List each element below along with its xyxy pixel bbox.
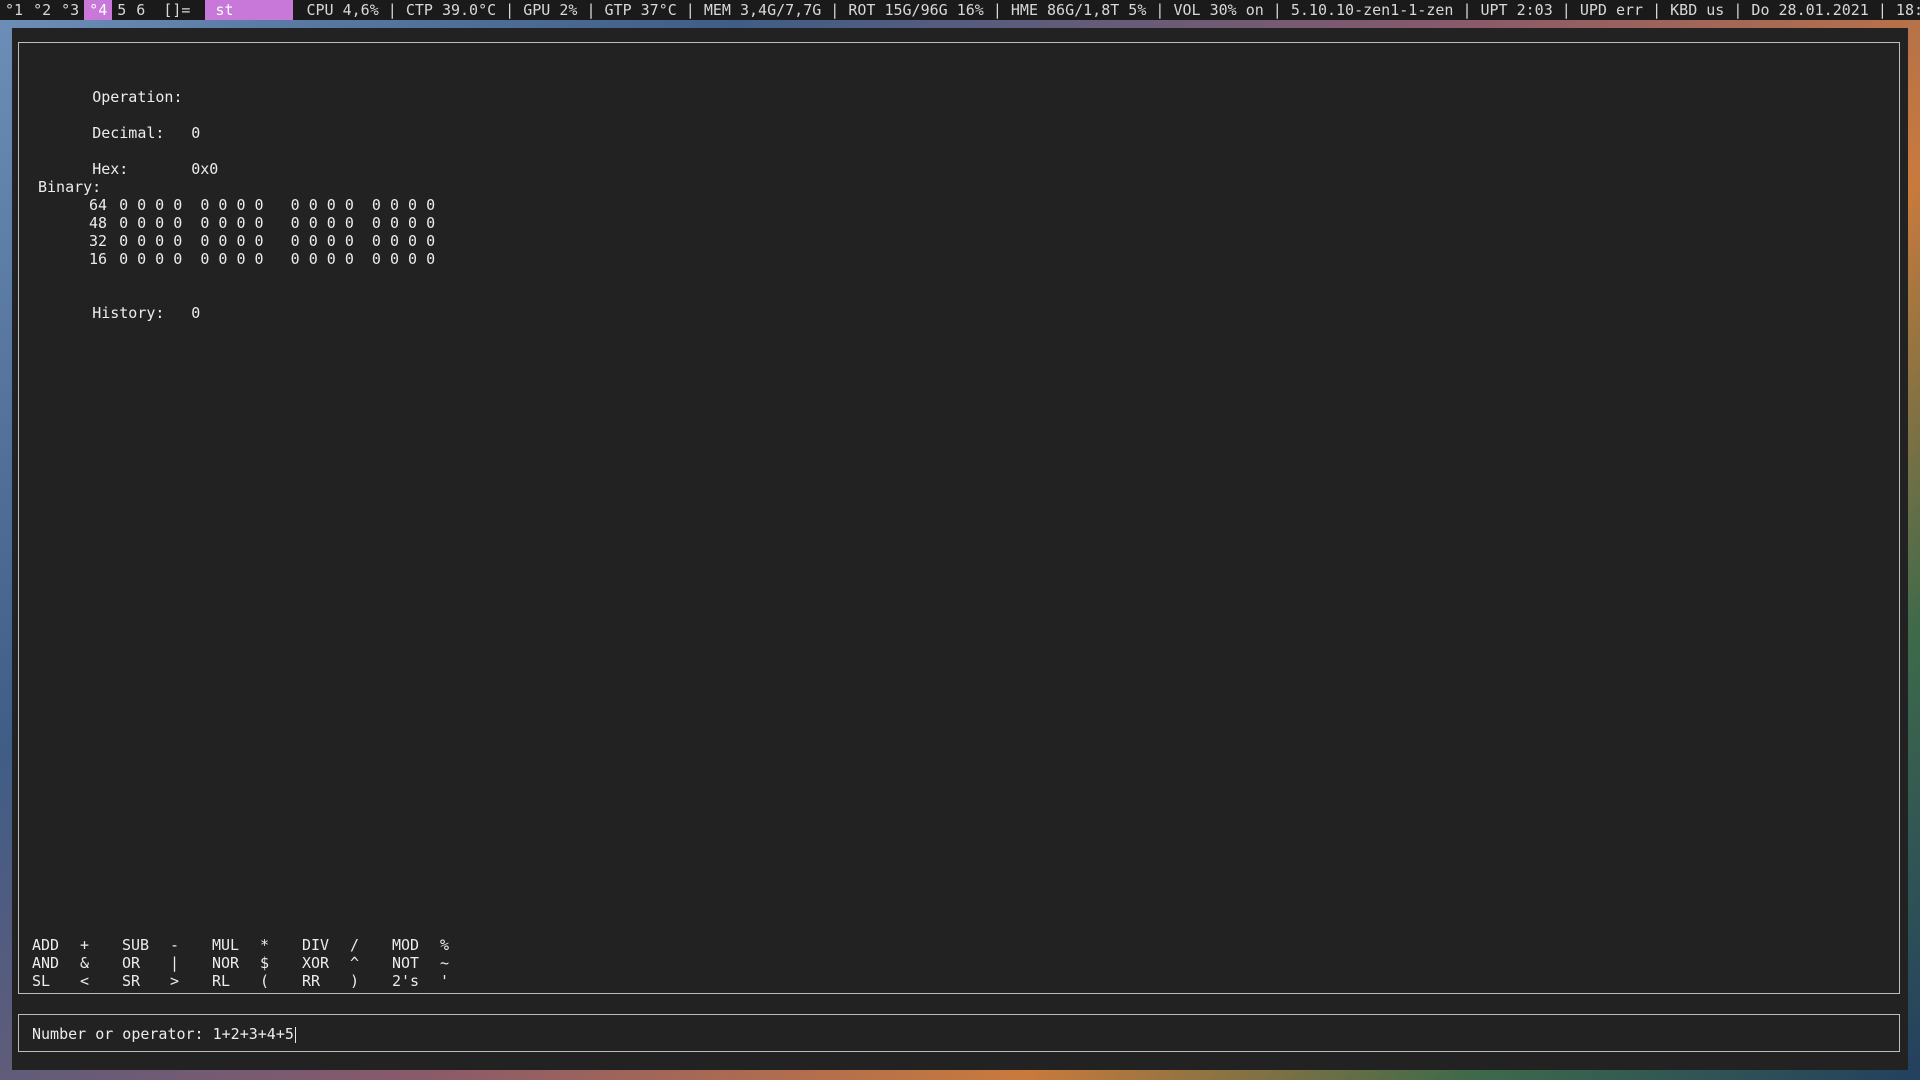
operator-name: MOD: [392, 936, 420, 954]
terminal-window[interactable]: Operation: Decimal: 0 Hex: 0x0 Binary: 64 0…: [12, 28, 1908, 1070]
operator-name: AND: [32, 954, 60, 972]
operator-and: AND &: [32, 954, 122, 972]
operator-name: SL: [32, 972, 51, 990]
operator-name: MUL: [212, 936, 240, 954]
input-prompt[interactable]: Number or operator: 1+2+3+4+5: [32, 1025, 296, 1043]
operator-symbol: /: [350, 936, 360, 954]
operator-name: ADD: [32, 936, 60, 954]
history-label: History:: [92, 304, 165, 322]
text-cursor: [294, 1026, 296, 1043]
tag-1[interactable]: °1: [0, 0, 28, 20]
binary-bits: 0 0 0 0 0 0 0 0 0 0 0 0 0 0 0 0: [119, 250, 436, 268]
operator-legend: ADD + SUB - MUL * DIV / MOD% AND & OR | NOR $ XOR ^ NOT ~…: [32, 936, 482, 990]
window-title: st: [205, 0, 294, 20]
tag-3[interactable]: °3: [56, 0, 84, 20]
layout-indicator[interactable]: []=: [159, 0, 196, 20]
binary-row: 64 0 0 0 0 0 0 0 0 0 0 0 0 0 0 0 0: [89, 196, 435, 214]
operator-symbol: (: [260, 972, 270, 990]
operator-name: RR: [302, 972, 321, 990]
operator-sub: SUB -: [122, 936, 212, 954]
operator-symbol: +: [80, 936, 90, 954]
tag-list: °1 °2 °3 °4 5 6: [0, 0, 150, 20]
binary-row: 16 0 0 0 0 0 0 0 0 0 0 0 0 0 0 0 0: [89, 250, 435, 268]
binary-label: Binary:: [38, 178, 102, 196]
tag-5[interactable]: 5: [112, 0, 131, 20]
operator-name: NOR: [212, 954, 240, 972]
input-panel: [18, 1014, 1900, 1052]
prompt-input[interactable]: 1+2+3+4+5: [213, 1025, 294, 1043]
binary-row: 48 0 0 0 0 0 0 0 0 0 0 0 0 0 0 0 0: [89, 214, 435, 232]
operator-mul: MUL *: [212, 936, 302, 954]
operator-symbol: -: [170, 936, 180, 954]
operator-symbol: ^: [350, 954, 360, 972]
history-line: History: 0: [38, 286, 200, 340]
operator-name: 2's: [392, 972, 420, 990]
operator-name: SUB: [122, 936, 150, 954]
prompt-label: Number or operator:: [32, 1025, 213, 1043]
binary-offset: 16: [89, 250, 108, 268]
hex-value: 0x0: [191, 160, 219, 178]
operator-symbol: |: [170, 954, 180, 972]
tag-2[interactable]: °2: [28, 0, 56, 20]
binary-offset: 48: [89, 214, 108, 232]
operator-symbol: %: [440, 936, 450, 954]
operator-twos-complement: 2's ': [392, 972, 482, 990]
operator-symbol: &: [80, 954, 90, 972]
operator-row: ADD + SUB - MUL * DIV / MOD%: [32, 936, 482, 954]
operator-symbol: <: [80, 972, 90, 990]
hex-label: Hex:: [92, 160, 129, 178]
binary-offset: 32: [89, 232, 108, 250]
binary-offset: 64: [89, 196, 108, 214]
operator-name: RL: [212, 972, 231, 990]
binary-bits: 0 0 0 0 0 0 0 0 0 0 0 0 0 0 0 0: [119, 196, 436, 214]
operator-symbol: ': [440, 972, 450, 990]
operator-row: AND & OR | NOR $ XOR ^ NOT ~: [32, 954, 482, 972]
operator-name: NOT: [392, 954, 420, 972]
operator-rr: RR): [302, 972, 392, 990]
binary-row: 32 0 0 0 0 0 0 0 0 0 0 0 0 0 0 0 0: [89, 232, 435, 250]
decimal-value: 0: [191, 124, 201, 142]
tag-6[interactable]: 6: [131, 0, 150, 20]
operator-name: DIV: [302, 936, 330, 954]
operator-sr: SR >: [122, 972, 212, 990]
operator-symbol: ~: [440, 954, 450, 972]
operator-symbol: >: [170, 972, 180, 990]
operator-rl: RL (: [212, 972, 302, 990]
decimal-label: Decimal:: [92, 124, 165, 142]
operator-or: OR |: [122, 954, 212, 972]
operator-symbol: ): [350, 972, 360, 990]
operator-xor: XOR ^: [302, 954, 392, 972]
operator-nor: NOR $: [212, 954, 302, 972]
operation-label: Operation:: [92, 88, 183, 106]
system-status: CPU 4,6% | CTP 39.0°C | GPU 2% | GTP 37°…: [306, 1, 1920, 19]
operator-symbol: *: [260, 936, 270, 954]
operator-div: DIV /: [302, 936, 392, 954]
operator-sl: SL <: [32, 972, 122, 990]
operator-name: SR: [122, 972, 141, 990]
operator-mod: MOD%: [392, 936, 482, 954]
operator-name: OR: [122, 954, 141, 972]
operator-add: ADD +: [32, 936, 122, 954]
binary-bits: 0 0 0 0 0 0 0 0 0 0 0 0 0 0 0 0: [119, 214, 436, 232]
display-panel: Operation: Decimal: 0 Hex: 0x0 Binary: 64 0…: [18, 42, 1900, 994]
operator-name: XOR: [302, 954, 330, 972]
operator-symbol: $: [260, 954, 270, 972]
history-value: 0: [191, 304, 201, 322]
operator-row: SL < SR > RL(RR) 2's ': [32, 972, 482, 990]
tag-4[interactable]: °4: [84, 0, 113, 20]
operator-not: NOT ~: [392, 954, 482, 972]
binary-bits: 0 0 0 0 0 0 0 0 0 0 0 0 0 0 0 0: [119, 232, 436, 250]
status-bar: °1 °2 °3 °4 5 6 []= st CPU 4,6% | CTP 39.0°C …: [0, 0, 1920, 20]
